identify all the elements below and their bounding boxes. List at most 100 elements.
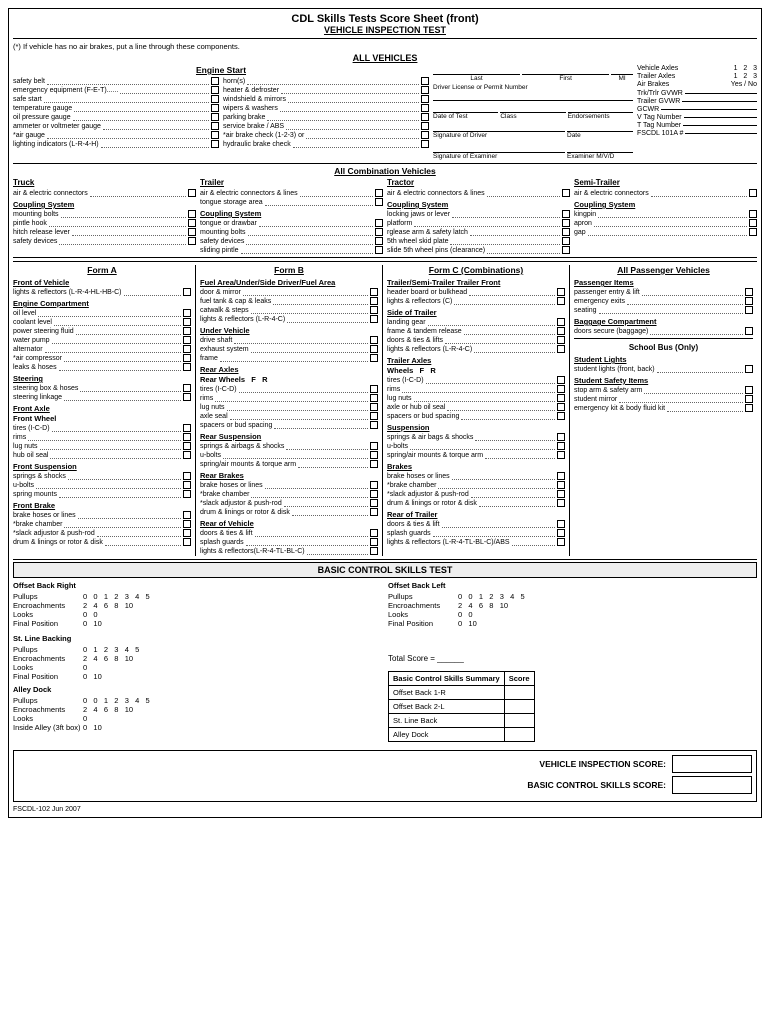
steering-title: Steering	[13, 374, 191, 383]
license-line[interactable]	[433, 91, 633, 101]
list-item: splash guards	[200, 538, 378, 546]
sig-driver-line[interactable]	[433, 122, 565, 132]
list-item: windshield & mirrors	[223, 95, 429, 103]
front-of-vehicle-title: Front of Vehicle	[13, 278, 191, 287]
sig-date-line[interactable]	[567, 122, 633, 132]
list-item: horn(s)	[223, 77, 429, 85]
table-row: Encroachments 2 4 6 8 10	[13, 654, 139, 663]
trailer-gvwr-line[interactable]	[682, 101, 757, 102]
trk-trlr-row: Trk/Trlr GVWR	[637, 90, 757, 97]
list-item: tires (I-C-D)	[13, 424, 191, 432]
alley-dock-score[interactable]	[504, 728, 534, 742]
list-item: doors & ties & lift	[387, 520, 565, 528]
list-item: doors secure (baggage)	[574, 327, 753, 335]
list-item: parking brake	[223, 113, 429, 121]
asterisk-note: (*) If vehicle has no air brakes, put a …	[13, 42, 757, 51]
list-item: frame	[200, 354, 378, 362]
list-item: seating	[574, 306, 753, 314]
v-tag-line[interactable]	[684, 117, 757, 118]
air-brakes-row: Air Brakes Yes / No	[637, 81, 757, 88]
list-item: student mirror	[574, 395, 753, 403]
examiner-mvd-line[interactable]	[567, 143, 633, 153]
list-item: lights & reflectors(L-R-4-TL-BL-C)	[200, 547, 378, 555]
basic-control-top-grid: Offset Back Right Pullups 0 0 1 2 3 4 5 …	[13, 581, 757, 628]
list-item: oil pressure gauge	[13, 113, 219, 121]
right-lower: Total Score = ______ Basic Control Skill…	[388, 634, 757, 742]
offset-1r-score[interactable]	[504, 686, 534, 700]
list-item: tires (I-C-D)	[200, 385, 378, 393]
final-pos-label: Final Position	[13, 672, 83, 681]
v-tag-row: V Tag Number	[637, 114, 757, 121]
list-item: splash guards	[387, 529, 565, 537]
list-item: alternator	[13, 345, 191, 353]
mi-line[interactable]	[611, 65, 633, 75]
form-c-col: Form C (Combinations) Trailer/Semi-Trail…	[387, 265, 570, 556]
trailer-axles-label: Trailer Axles	[637, 73, 675, 80]
left-lower: St. Line Backing Pullups 0 1 2 3 4 5 Enc…	[13, 634, 382, 742]
list-item: axle or hub oil seal	[387, 403, 565, 411]
basic-control-score-box[interactable]	[672, 776, 752, 794]
looks-label: Looks	[13, 663, 83, 672]
list-item: mounting bolts	[13, 210, 196, 218]
vehicle-axles-row: Vehicle Axles 1 2 3	[637, 65, 757, 72]
list-item: *air brake check (1-2-3) or	[223, 131, 429, 139]
list-item: air & electric connectors	[574, 189, 757, 197]
table-row: Looks 0 0	[13, 610, 150, 619]
summary-table: Basic Control Skills Summary Score Offse…	[388, 671, 535, 742]
list-item: rglease arm & safety latch	[387, 228, 570, 236]
student-safety-title: Student Safety Items	[574, 376, 753, 385]
list-item: drum & linings or rotor & disk	[200, 508, 378, 516]
offset-2l-score[interactable]	[504, 700, 534, 714]
list-item: safety belt	[13, 77, 219, 85]
list-item: lights & reflectors (L-R-4-C)	[387, 345, 565, 353]
list-item: lights & reflectors (L-R-4-HL-HB-C)	[13, 288, 191, 296]
last-name-line[interactable]	[433, 65, 520, 75]
list-item: air & electric connectors & lines	[387, 189, 570, 197]
endorsements-line[interactable]	[568, 103, 633, 113]
sig-date-label: Date	[567, 132, 633, 139]
sig-examiner-field: Signature of Examiner	[433, 143, 565, 160]
list-item: u-bolts	[13, 481, 191, 489]
table-row: Final Position 0 10	[13, 672, 139, 681]
alley-dock-table: Pullups 0 0 1 2 3 4 5 Encroachments 2 4 …	[13, 696, 150, 732]
trk-trlr-line[interactable]	[685, 93, 757, 94]
st-line-score[interactable]	[504, 714, 534, 728]
list-item: lighting indicators (L-R-4-H)	[13, 140, 219, 148]
fscdl-label: FSCDL 101A #	[637, 130, 683, 137]
air-brakes-label: Air Brakes	[637, 81, 669, 88]
list-item: ammeter or voltmeter gauge	[13, 122, 219, 130]
encroach-label: Encroachments	[13, 654, 83, 663]
offset-right-label: Offset Back Right	[13, 581, 382, 590]
coupling-system-trailer-title: Coupling System	[200, 209, 383, 218]
semi-trailer-col: Semi-Trailer air & electric connectors C…	[574, 178, 757, 255]
first-name-line[interactable]	[522, 65, 609, 75]
summary-title: Basic Control Skills Summary	[389, 672, 505, 686]
offset-back-right: Offset Back Right Pullups 0 0 1 2 3 4 5 …	[13, 581, 382, 628]
list-item: hitch release lever	[13, 228, 196, 236]
passenger-title: All Passenger Vehicles	[574, 265, 753, 275]
first-name-field: First	[522, 65, 609, 82]
list-item: u-bolts	[200, 451, 378, 459]
fscdl-line[interactable]	[685, 133, 757, 134]
trailer-axles-numbers: 1 2 3	[734, 73, 757, 80]
table-row: Pullups 0 0 1 2 3 4 5	[13, 592, 150, 601]
st-line-backing: St. Line Backing Pullups 0 1 2 3 4 5 Enc…	[13, 634, 382, 681]
t-tag-line[interactable]	[683, 125, 757, 126]
date-line[interactable]	[433, 103, 498, 113]
gcwr-line[interactable]	[661, 109, 757, 110]
looks-label: Looks	[388, 610, 458, 619]
front-axle-title: Front Axle	[13, 404, 191, 413]
truck-col: Truck air & electric connectors Coupling…	[13, 178, 196, 255]
class-line[interactable]	[500, 103, 565, 113]
list-item: catwalk & steps	[200, 306, 378, 314]
sig-driver-field: Signature of Driver	[433, 122, 565, 139]
all-vehicles-header: ALL VEHICLES	[13, 53, 757, 63]
form-b-title: Form B	[200, 265, 378, 275]
list-item: hub oil seal	[13, 451, 191, 459]
front-suspension-title: Front Suspension	[13, 462, 191, 471]
vehicle-inspection-score-box[interactable]	[672, 755, 752, 773]
tractor-col: Tractor air & electric connectors & line…	[387, 178, 570, 255]
class-field: Class	[500, 103, 565, 120]
mi-label: MI	[611, 75, 633, 82]
sig-examiner-line[interactable]	[433, 143, 565, 153]
